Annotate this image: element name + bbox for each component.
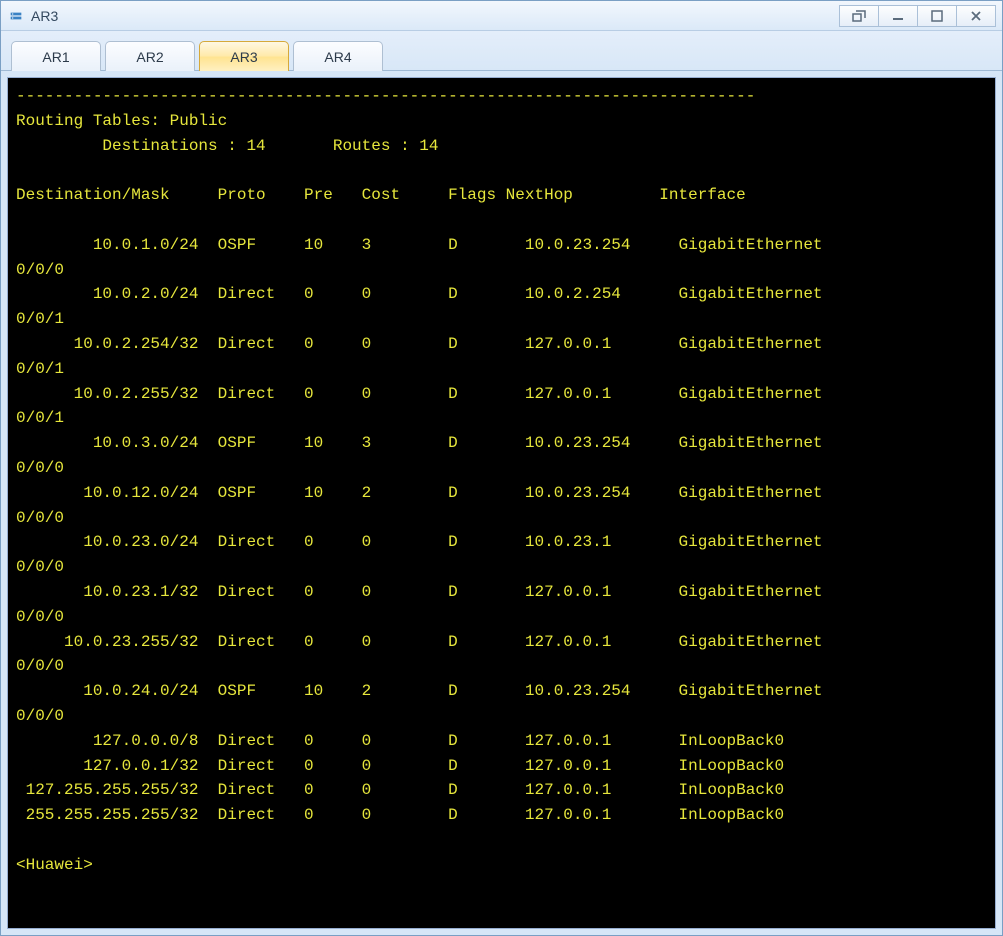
app-icon <box>7 7 25 25</box>
tab-router-ar3[interactable]: AR3 <box>199 41 289 71</box>
tab-label: AR4 <box>324 49 351 65</box>
minimize-button[interactable] <box>878 5 918 27</box>
window-title: AR3 <box>31 8 58 24</box>
app-window: AR3 AR1 AR2 AR3 AR4 -----------------------… <box>0 0 1003 936</box>
close-button[interactable] <box>956 5 996 27</box>
tab-label: AR1 <box>42 49 69 65</box>
restore-down-button[interactable] <box>839 5 879 27</box>
window-buttons <box>839 5 996 27</box>
terminal-output[interactable]: ----------------------------------------… <box>8 78 995 884</box>
tab-router-ar1[interactable]: AR1 <box>11 41 101 71</box>
tab-router-ar2[interactable]: AR2 <box>105 41 195 71</box>
tab-strip: AR1 AR2 AR3 AR4 <box>1 31 1002 71</box>
tab-router-ar4[interactable]: AR4 <box>293 41 383 71</box>
maximize-button[interactable] <box>917 5 957 27</box>
tab-label: AR3 <box>230 49 257 65</box>
title-bar: AR3 <box>1 1 1002 31</box>
tab-label: AR2 <box>136 49 163 65</box>
terminal-panel[interactable]: ----------------------------------------… <box>7 77 996 929</box>
